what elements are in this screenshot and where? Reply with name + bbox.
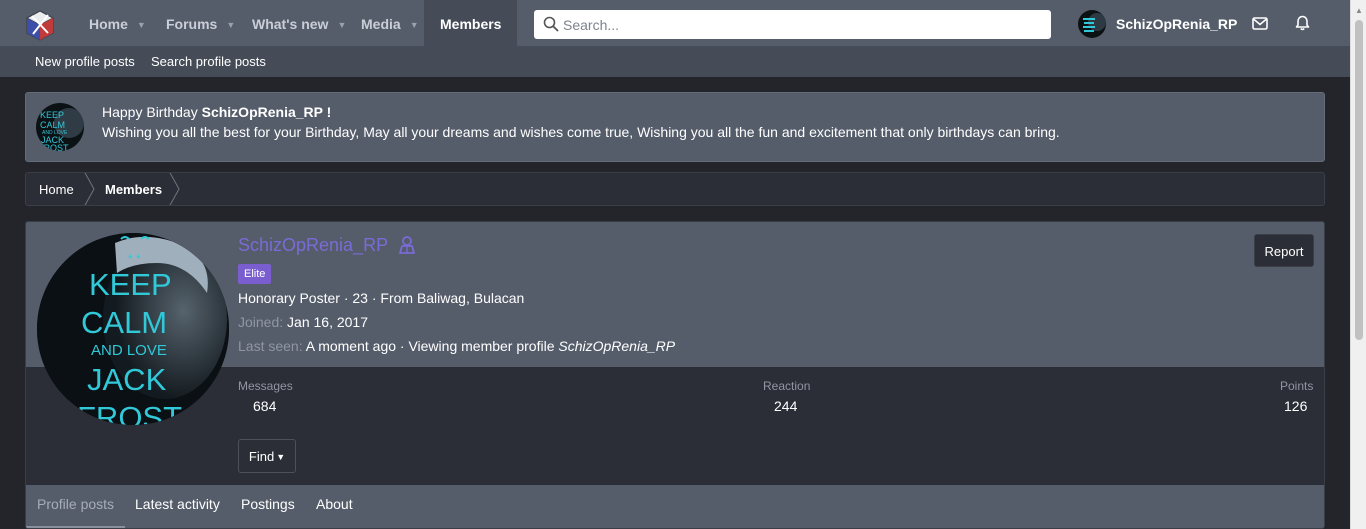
user-name[interactable]: SchizOpRenia_RP bbox=[1116, 16, 1237, 32]
tab-latest-activity[interactable]: Latest activity bbox=[135, 496, 220, 512]
stat-reaction-value[interactable]: 244 bbox=[774, 398, 797, 414]
nav-tab-whats-new[interactable]: What's new ▼ bbox=[252, 0, 346, 46]
nav-tab-media-label: Media bbox=[361, 16, 401, 32]
envelope-icon[interactable] bbox=[1252, 17, 1268, 30]
nav-tab-home[interactable]: Home ▼ bbox=[89, 0, 146, 46]
search-profile-posts-link[interactable]: Search profile posts bbox=[151, 54, 266, 69]
chevron-down-icon[interactable]: ▼ bbox=[226, 1, 235, 49]
profile-username[interactable]: SchizOpRenia_RP bbox=[238, 235, 388, 256]
chevron-down-icon[interactable]: ▼ bbox=[410, 1, 419, 49]
sub-navigation-bar: New profile posts Search profile posts bbox=[0, 46, 1350, 77]
nav-tab-forums[interactable]: Forums ▼ bbox=[166, 0, 235, 46]
avatar-caption-line: CALM bbox=[81, 305, 167, 340]
scroll-up-arrow-icon[interactable]: ▲ bbox=[1355, 6, 1363, 15]
avatar-caption: KEEP CALM AND LOVE JACK FROST bbox=[77, 267, 182, 425]
find-label: Find bbox=[248, 449, 275, 464]
search-input[interactable] bbox=[563, 14, 1033, 35]
search-box[interactable] bbox=[534, 10, 1051, 39]
last-seen-value: A moment ago · Viewing member profile bbox=[305, 338, 559, 354]
nav-tab-home-label: Home bbox=[89, 16, 128, 32]
user-role-badge: Elite bbox=[238, 264, 272, 284]
chevron-down-icon[interactable]: ▼ bbox=[337, 1, 346, 49]
avatar-caption-line: AND LOVE bbox=[91, 342, 167, 359]
user-status-icon bbox=[399, 236, 415, 254]
joined-date: Jan 16, 2017 bbox=[287, 314, 369, 330]
bell-icon[interactable] bbox=[1295, 15, 1310, 31]
nav-tab-forums-label: Forums bbox=[166, 16, 218, 32]
stat-points-value[interactable]: 126 bbox=[1284, 398, 1307, 414]
nav-tab-whats-new-label: What's new bbox=[252, 16, 329, 32]
stat-messages-label: Messages bbox=[238, 379, 293, 393]
top-navigation-bar: Home ▼ Forums ▼ What's new ▼ Media ▼ Members… bbox=[0, 0, 1350, 46]
notice-greeting-suffix: ! bbox=[322, 104, 332, 120]
tab-postings[interactable]: Postings bbox=[241, 496, 295, 512]
profile-tab-bar bbox=[26, 485, 1324, 528]
avatar-image: * * KEEP CALM AND LOVE JACK FROST bbox=[37, 233, 229, 425]
avatar-caption-line: KEEP bbox=[89, 267, 172, 302]
nav-tab-members-label: Members bbox=[440, 16, 502, 32]
nav-tab-media[interactable]: Media ▼ bbox=[361, 0, 419, 46]
stat-points-label: Points bbox=[1280, 379, 1314, 393]
breadcrumb-home[interactable]: Home bbox=[39, 182, 74, 197]
avatar-image bbox=[1083, 13, 1106, 32]
search-icon bbox=[543, 16, 559, 32]
svg-text:KEEP: KEEP bbox=[40, 110, 64, 120]
svg-text:CALM: CALM bbox=[40, 120, 65, 130]
avatar-caption-line: JACK bbox=[87, 362, 167, 397]
profile-joined: Joined: Jan 16, 2017 bbox=[238, 314, 368, 330]
scrollbar-thumb[interactable] bbox=[1355, 20, 1363, 340]
profile-stats-area bbox=[26, 367, 1324, 485]
tab-about[interactable]: About bbox=[316, 496, 353, 512]
notice-greeting: Happy Birthday SchizOpRenia_RP ! bbox=[102, 104, 331, 120]
notice-username[interactable]: SchizOpRenia_RP bbox=[202, 104, 323, 120]
profile-last-seen: Last seen: A moment ago · Viewing member… bbox=[238, 338, 675, 354]
site-logo-icon[interactable] bbox=[24, 9, 56, 41]
avatar-image: KEEP CALM AND LOVE JACK FROST bbox=[38, 108, 84, 151]
caret-down-icon: ▼ bbox=[276, 452, 286, 462]
svg-text:FROST: FROST bbox=[38, 143, 69, 151]
member-profile-card: * * KEEP CALM AND LOVE JACK FROST SchizO… bbox=[25, 221, 1325, 529]
last-seen-label: Last seen: bbox=[238, 338, 303, 354]
find-menu-button[interactable]: Find ▼ bbox=[238, 439, 296, 473]
breadcrumb: Home Members bbox=[25, 172, 1325, 206]
nav-tab-members[interactable]: Members bbox=[424, 0, 518, 46]
joined-label: Joined: bbox=[238, 314, 284, 330]
user-avatar[interactable] bbox=[1078, 10, 1106, 38]
profile-avatar[interactable]: * * KEEP CALM AND LOVE JACK FROST bbox=[37, 233, 229, 425]
notice-message: Wishing you all the best for your Birthd… bbox=[102, 124, 1060, 140]
svg-text:* *: * * bbox=[128, 252, 141, 266]
chevron-down-icon[interactable]: ▼ bbox=[137, 1, 146, 49]
page-scrollbar[interactable]: ▲ bbox=[1350, 0, 1366, 529]
stat-messages-value[interactable]: 684 bbox=[253, 398, 276, 414]
report-button[interactable]: Report bbox=[1254, 234, 1314, 267]
notice-avatar: KEEP CALM AND LOVE JACK FROST bbox=[36, 103, 84, 151]
tab-profile-posts[interactable]: Profile posts bbox=[37, 496, 114, 512]
breadcrumb-members[interactable]: Members bbox=[105, 182, 162, 197]
stat-reaction-label: Reaction bbox=[763, 379, 811, 393]
notice-greeting-prefix: Happy Birthday bbox=[102, 104, 202, 120]
breadcrumb-separator-icon bbox=[84, 173, 95, 205]
breadcrumb-separator-icon bbox=[169, 173, 180, 205]
birthday-notice: KEEP CALM AND LOVE JACK FROST Happy Birt… bbox=[25, 92, 1325, 162]
profile-title-line: Honorary Poster · 23 · From Baliwag, Bul… bbox=[238, 290, 525, 306]
last-seen-target[interactable]: SchizOpRenia_RP bbox=[558, 338, 675, 354]
new-profile-posts-link[interactable]: New profile posts bbox=[35, 54, 135, 69]
